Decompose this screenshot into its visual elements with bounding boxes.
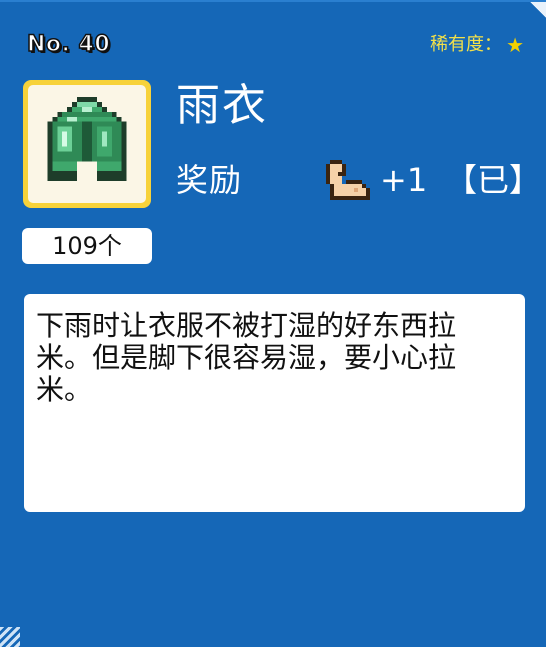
description-text: 下雨时让衣服不被打湿的好东西拉米。但是脚下很容易湿，要小心拉米。: [36, 309, 457, 406]
corner-decoration: [0, 627, 20, 647]
item-name: 雨衣: [176, 80, 268, 131]
reward-label: 奖励: [176, 161, 243, 199]
description-box: 下雨时让衣服不被打湿的好东西拉米。但是脚下很容易湿，要小心拉米。: [24, 294, 525, 512]
item-icon-frame: [23, 80, 151, 208]
reward-status: 【已】: [445, 161, 542, 199]
rarity-indicator: 稀有度： ★: [430, 33, 524, 57]
raincoat-icon: [47, 96, 127, 182]
flexed-arm-icon: [326, 160, 370, 200]
item-detail-panel: No. 40 稀有度： ★ 雨衣 奖励 +1 【已】 109个 下雨时让衣服不被…: [0, 0, 546, 647]
item-number: No. 40: [26, 31, 111, 58]
rarity-label: 稀有度：: [430, 34, 503, 55]
reward-value: +1: [380, 161, 428, 199]
corner-decoration: [530, 2, 546, 18]
star-icon: ★: [506, 33, 524, 57]
item-count-badge: 109个: [22, 228, 152, 264]
